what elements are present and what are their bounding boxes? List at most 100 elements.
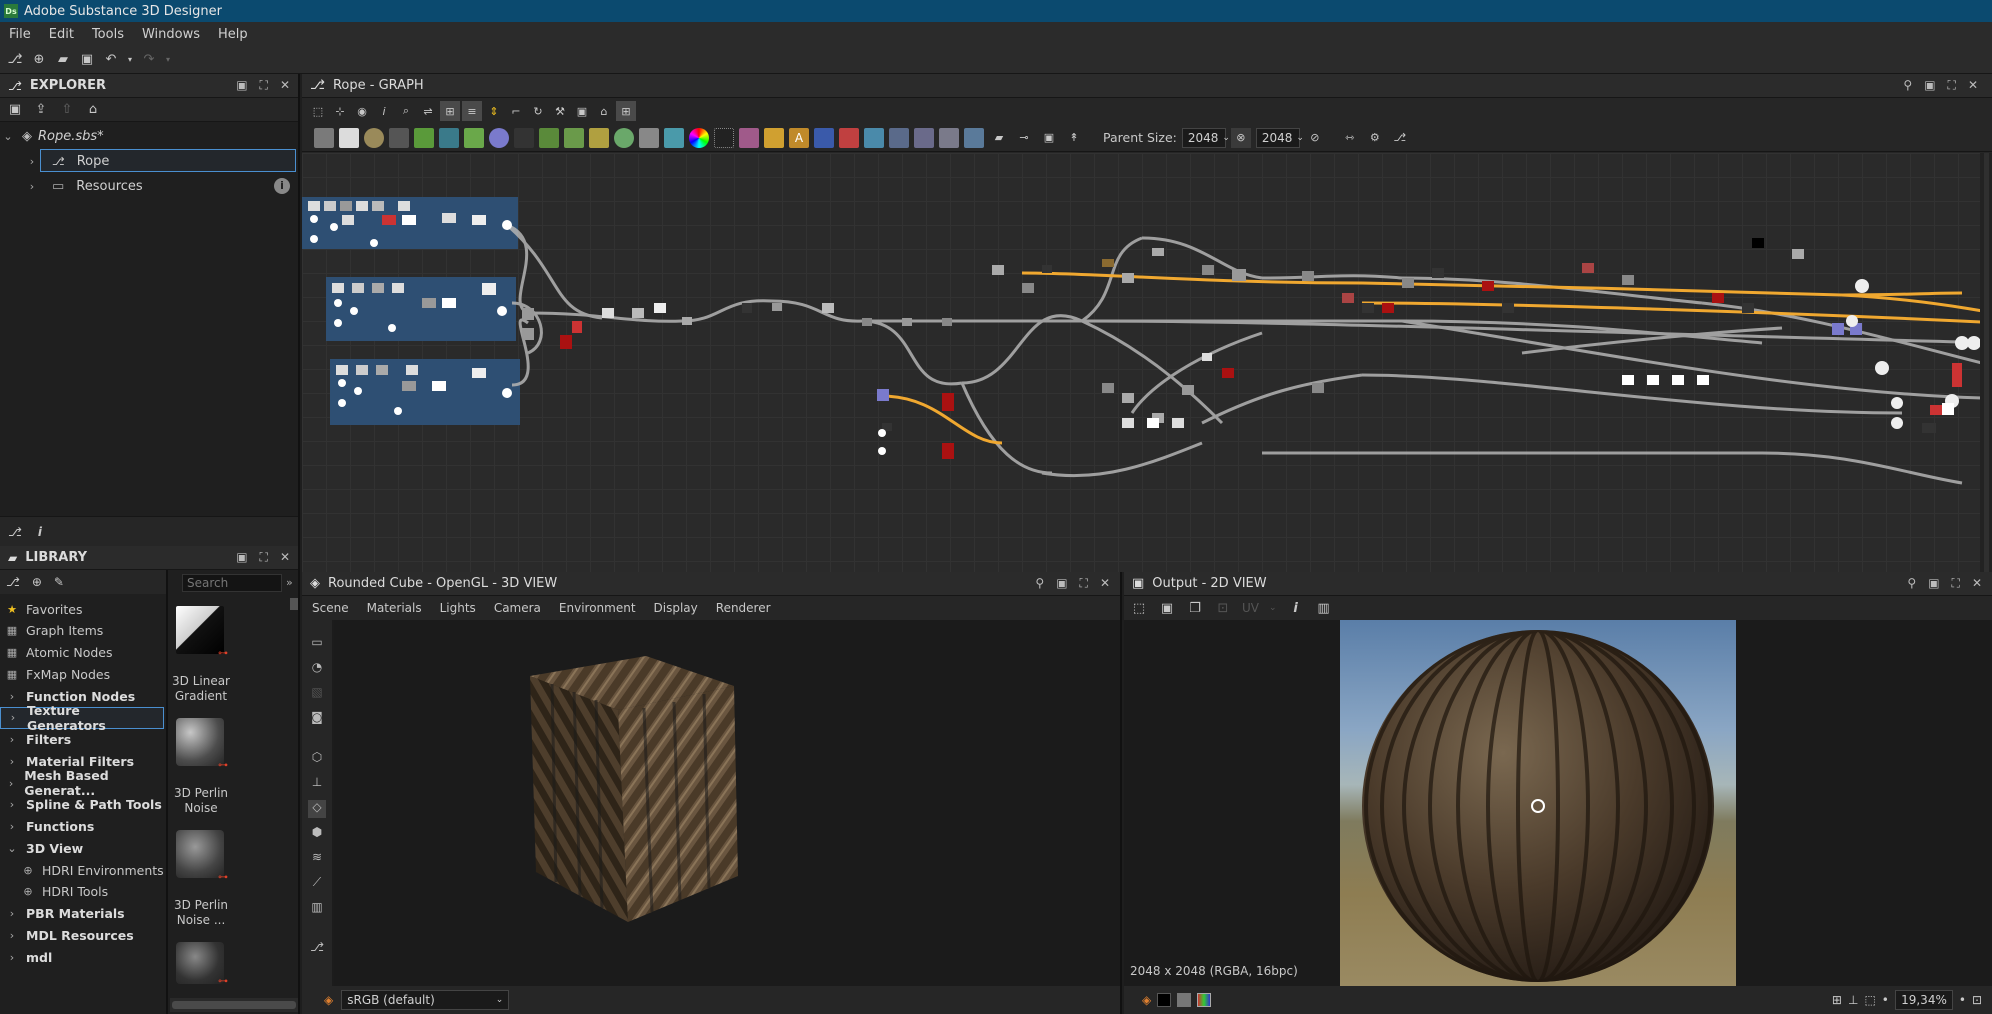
undo-history-icon[interactable]: ▾: [126, 51, 134, 69]
comment-icon[interactable]: ▰: [989, 128, 1009, 148]
link-size-icon[interactable]: ⊗: [1230, 127, 1251, 148]
menu-environment[interactable]: Environment: [559, 601, 636, 615]
bitmap-node-icon[interactable]: [314, 127, 334, 148]
mesh-icon[interactable]: ⬢: [308, 825, 326, 843]
properties-icon[interactable]: i: [38, 525, 42, 539]
save-image-icon[interactable]: ▣: [1158, 599, 1176, 617]
tree-graph[interactable]: › ⎇ Rope: [24, 149, 298, 173]
library-category[interactable]: › Mesh Based Generat...: [0, 768, 166, 798]
cube-icon[interactable]: ◇: [308, 800, 326, 818]
library-category[interactable]: › Spline & Path Tools: [0, 794, 166, 816]
uv-toggle[interactable]: UV: [1242, 601, 1259, 615]
node-graph[interactable]: [302, 153, 1992, 572]
light-icon[interactable]: ◔: [308, 660, 326, 678]
camera-icon[interactable]: ▭: [308, 635, 326, 653]
close-icon[interactable]: ✕: [280, 78, 290, 93]
maximize-icon[interactable]: ⛶: [1952, 576, 1960, 591]
tree-package[interactable]: ⌄ ◈ Rope.sbs*: [0, 124, 300, 148]
menu-edit[interactable]: Edit: [40, 27, 83, 42]
library-category[interactable]: ⊕ HDRI Tools: [0, 881, 166, 903]
pin-icon[interactable]: ⚲: [1907, 576, 1916, 591]
input-node-icon[interactable]: [539, 127, 559, 148]
library-category[interactable]: › Texture Generators: [0, 703, 164, 733]
menu-help[interactable]: Help: [209, 27, 257, 42]
tree-resources[interactable]: › ▭ Resources i: [24, 174, 298, 198]
merge-node-icon[interactable]: [964, 127, 984, 148]
split-node-icon[interactable]: [939, 127, 959, 148]
save-package-icon[interactable]: ▣: [6, 101, 24, 119]
chevron-right-icon[interactable]: ›: [24, 180, 40, 193]
pin-icon[interactable]: ⚲: [1035, 576, 1044, 591]
menu-lights[interactable]: Lights: [440, 601, 476, 615]
menu-materials[interactable]: Materials: [367, 601, 422, 615]
new-graph-icon[interactable]: ⎇: [6, 51, 24, 69]
hierarchy-icon[interactable]: ⎇: [1390, 128, 1410, 148]
close-icon[interactable]: ✕: [1972, 576, 1982, 591]
frame-icon[interactable]: ▣: [1039, 128, 1059, 148]
curve-node-icon[interactable]: [464, 127, 484, 148]
library-hscroll[interactable]: [170, 998, 298, 1012]
add-library-icon[interactable]: ⊕: [32, 575, 42, 589]
library-search-input[interactable]: [182, 574, 282, 592]
clean-icon[interactable]: ⌂: [84, 101, 102, 119]
distribute-icon[interactable]: ⇕: [484, 101, 504, 121]
uniform-color-node-icon[interactable]: [339, 127, 359, 148]
compute-icon[interactable]: ▣: [572, 101, 592, 121]
histogram-icon[interactable]: ▥: [1315, 599, 1333, 617]
paint-node-icon[interactable]: [839, 127, 859, 148]
frame-node-icon[interactable]: [814, 127, 834, 148]
lock-icon[interactable]: ⊡: [1972, 993, 1982, 1007]
redo-history-icon[interactable]: ▾: [164, 51, 172, 69]
text-node-icon[interactable]: A: [789, 127, 809, 148]
warp-node-icon[interactable]: [439, 127, 459, 148]
library-scrollbar[interactable]: [290, 598, 298, 610]
clean-icon[interactable]: ⌂: [594, 101, 614, 121]
screenshot-icon[interactable]: ◙: [308, 710, 326, 728]
colorspace-select[interactable]: sRGB (default) ⌄: [341, 990, 510, 1010]
library-category[interactable]: › mdl: [0, 946, 166, 968]
library-category[interactable]: ⌄ 3D View: [0, 837, 166, 859]
open-icon[interactable]: ▰: [54, 51, 72, 69]
search-icon[interactable]: ⌕: [396, 101, 416, 121]
menu-renderer[interactable]: Renderer: [716, 601, 771, 615]
channels-icon[interactable]: ◈: [1142, 993, 1151, 1007]
zoom-field[interactable]: 19,34%: [1894, 990, 1953, 1010]
tools-icon[interactable]: ⚒: [550, 101, 570, 121]
tangent-icon[interactable]: ⟋: [308, 875, 326, 893]
view3d-viewport[interactable]: [334, 620, 1120, 986]
reset-size-icon[interactable]: ⊘: [1305, 128, 1325, 148]
layout-icon[interactable]: ⊞: [440, 101, 460, 121]
tiling-icon[interactable]: ⊡: [1214, 599, 1232, 617]
graph-scrollbar[interactable]: [1980, 153, 1992, 572]
export-icon[interactable]: ⇪: [32, 101, 50, 119]
dynamic-grad-icon[interactable]: [764, 127, 784, 148]
output-node-icon[interactable]: [514, 127, 534, 148]
close-icon[interactable]: ✕: [1100, 576, 1110, 591]
frame-selected-icon[interactable]: ⊹: [330, 101, 350, 121]
thumb-3d-linear-gradient[interactable]: [176, 606, 224, 654]
chevron-right-icon[interactable]: ›: [24, 155, 40, 168]
copy-icon[interactable]: ❐: [1186, 599, 1204, 617]
show-timing-icon[interactable]: ⇿: [1340, 128, 1360, 148]
transform-node-icon[interactable]: [389, 127, 409, 148]
parent-size-width[interactable]: 2048 ⌄: [1181, 127, 1230, 148]
library-category[interactable]: ★ Favorites: [0, 598, 166, 620]
levels-node-icon[interactable]: [614, 127, 634, 148]
snapshot-icon[interactable]: ◉: [352, 101, 372, 121]
comment-node-icon[interactable]: [889, 127, 909, 148]
new-package-icon[interactable]: ⊕: [30, 51, 48, 69]
align-icon[interactable]: ≡: [462, 101, 482, 121]
tree-view-icon[interactable]: ⎇: [8, 525, 22, 539]
edit-icon[interactable]: ✎: [54, 575, 64, 589]
grid-icon[interactable]: ⊞: [616, 101, 636, 121]
parent-size-height[interactable]: 2048 ⌄: [1255, 127, 1304, 148]
gradient-node-icon[interactable]: [414, 127, 434, 148]
maximize-icon[interactable]: ⛶: [1948, 78, 1956, 93]
menu-windows[interactable]: Windows: [133, 27, 209, 42]
switch-node-icon[interactable]: [589, 127, 609, 148]
thumb-3d-noise[interactable]: [176, 942, 224, 984]
menu-display[interactable]: Display: [654, 601, 698, 615]
pin-node-icon[interactable]: ⊸: [1014, 128, 1034, 148]
expand-icon[interactable]: »: [286, 576, 293, 589]
refresh-icon[interactable]: ↻: [528, 101, 548, 121]
